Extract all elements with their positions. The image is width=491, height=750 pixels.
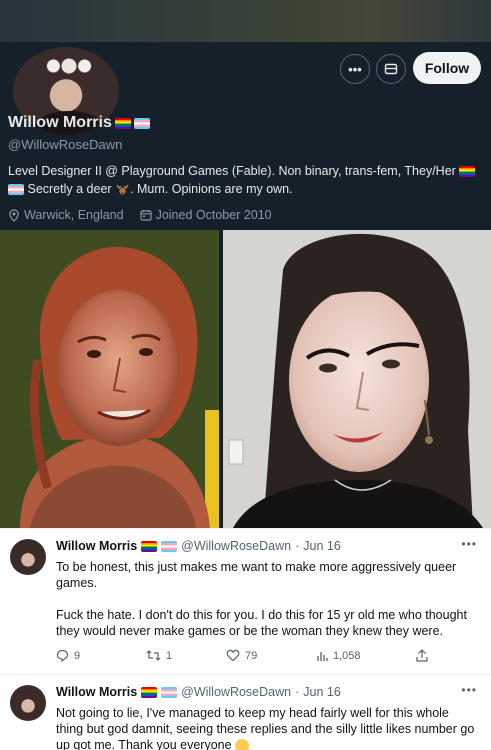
- calendar-icon: [139, 210, 152, 221]
- tweet-text: Not going to lie, I've managed to keep m…: [56, 705, 476, 750]
- avatar[interactable]: [10, 685, 46, 721]
- like-button[interactable]: 79: [226, 649, 316, 662]
- deer-icon: [116, 184, 129, 195]
- more-options-button[interactable]: •••: [340, 54, 370, 84]
- profile-location: Warwick, England: [24, 208, 124, 222]
- more-icon[interactable]: •••: [461, 683, 477, 697]
- message-button[interactable]: [376, 54, 406, 84]
- tweet[interactable]: Willow Morris @WillowRoseDawn · Jun 16 •…: [0, 674, 491, 750]
- follow-button[interactable]: Follow: [413, 52, 481, 84]
- profile-name: Willow Morris: [8, 114, 150, 132]
- more-icon: •••: [348, 61, 362, 77]
- reply-button[interactable]: 9: [56, 649, 146, 662]
- trans-flag-icon: [8, 184, 24, 196]
- pride-flag-icon: [459, 166, 476, 178]
- views-icon: [317, 651, 328, 661]
- trans-flag-icon: [161, 540, 178, 552]
- profile-handle: @WillowRoseDawn: [8, 137, 123, 152]
- tweet-author-handle[interactable]: @WillowRoseDawn: [181, 685, 291, 699]
- avatar[interactable]: [10, 539, 46, 575]
- tweet-date[interactable]: Jun 16: [303, 539, 341, 553]
- envelope-icon: [384, 63, 398, 75]
- crying-face-emoji-icon: [235, 738, 250, 750]
- profile-banner: [0, 0, 491, 42]
- profile-bio: Level Designer II @ Playground Games (Fa…: [8, 162, 484, 198]
- share-button[interactable]: [416, 649, 428, 662]
- tweet-actions: 9 1 79 1,058: [56, 649, 446, 662]
- tweet-header: Willow Morris @WillowRoseDawn · Jun 16: [56, 685, 341, 699]
- pride-flag-icon: [141, 540, 158, 552]
- tweet-date[interactable]: Jun 16: [303, 685, 341, 699]
- tweet-header: Willow Morris @WillowRoseDawn · Jun 16: [56, 539, 341, 553]
- retweet-button[interactable]: 1: [146, 649, 226, 662]
- profile-joined: Joined October 2010: [155, 208, 272, 222]
- photo-comparison: [0, 230, 491, 528]
- location-icon: [9, 208, 19, 222]
- trans-flag-icon: [133, 117, 150, 129]
- share-icon: [416, 649, 428, 662]
- trans-flag-icon: [161, 686, 178, 698]
- pride-flag-icon: [114, 117, 131, 129]
- tweet-author-name[interactable]: Willow Morris: [56, 539, 137, 553]
- views-button[interactable]: 1,058: [316, 650, 416, 662]
- reply-icon: [56, 649, 69, 662]
- tweet-author-handle[interactable]: @WillowRoseDawn: [181, 539, 291, 553]
- game-character-image: [0, 230, 219, 528]
- flower-crown: [43, 57, 95, 75]
- real-photo-image: [223, 230, 491, 528]
- tweet-author-name[interactable]: Willow Morris: [56, 685, 137, 699]
- pride-flag-icon: [141, 686, 158, 698]
- more-icon[interactable]: •••: [461, 537, 477, 551]
- tweet[interactable]: Willow Morris @WillowRoseDawn · Jun 16 •…: [0, 528, 491, 674]
- retweet-icon: [146, 650, 161, 661]
- profile-header: ••• Follow Willow Morris @WillowRoseDawn…: [0, 42, 491, 230]
- tweet-text: To be honest, this just makes me want to…: [56, 560, 467, 638]
- heart-icon: [226, 649, 240, 662]
- profile-meta: Warwick, England Joined October 2010: [8, 208, 272, 222]
